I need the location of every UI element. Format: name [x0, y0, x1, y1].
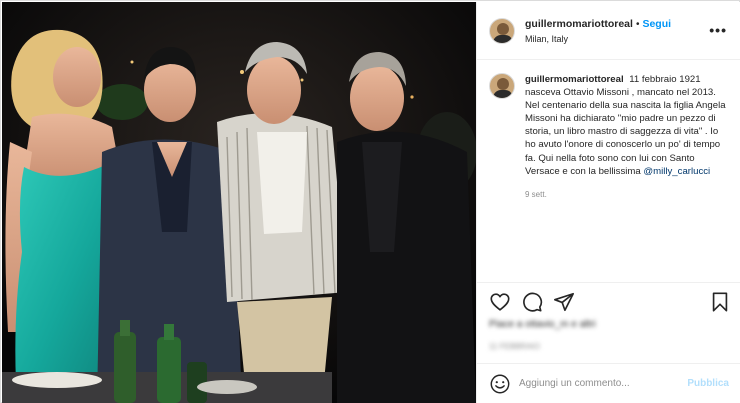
likes-text[interactable]: Piace a ottavio_m e altri	[489, 318, 596, 332]
post-side-panel: guillermomariottoreal • Segui Milan, Italy…	[476, 2, 740, 403]
caption-username-link[interactable]: guillermomariottoreal	[525, 74, 624, 85]
caption-section: guillermomariottoreal 11 febbraio 1921 n…	[477, 61, 740, 281]
username-link[interactable]: guillermomariottoreal	[525, 18, 633, 30]
caption-body: guillermomariottoreal 11 febbraio 1921 n…	[525, 73, 729, 281]
follow-button[interactable]: Segui	[642, 18, 671, 30]
mention-link[interactable]: @milly_carlucci	[643, 166, 710, 177]
instagram-post-window: guillermomariottoreal • Segui Milan, Italy…	[0, 0, 740, 403]
header-text: guillermomariottoreal • Segui Milan, Italy	[525, 16, 671, 46]
bookmark-icon[interactable]	[709, 291, 731, 313]
location-link[interactable]: Milan, Italy	[525, 32, 671, 46]
post-date: 11 FEBBRAIO	[489, 342, 540, 351]
caption-text: guillermomariottoreal 11 febbraio 1921 n…	[525, 73, 729, 178]
comment-bar: Pubblica	[477, 363, 740, 403]
avatar[interactable]	[489, 17, 515, 44]
publish-button[interactable]: Pubblica	[687, 378, 729, 389]
share-icon[interactable]	[553, 291, 575, 313]
caption-body-text: 11 febbraio 1921 nasceva Ottavio Missoni…	[525, 74, 726, 177]
heart-icon[interactable]	[489, 291, 511, 313]
emoji-icon[interactable]	[489, 373, 511, 395]
separator-dot: •	[635, 18, 640, 30]
post-photo-image	[2, 2, 476, 403]
action-bar	[477, 282, 740, 320]
comment-input[interactable]	[519, 378, 688, 389]
post-photo[interactable]	[2, 2, 476, 403]
caption-avatar[interactable]	[489, 73, 515, 99]
post-header: guillermomariottoreal • Segui Milan, Italy…	[477, 2, 740, 60]
comment-icon[interactable]	[521, 291, 543, 313]
more-options-icon[interactable]: •••	[709, 23, 727, 37]
post-time: 9 sett.	[525, 189, 547, 199]
